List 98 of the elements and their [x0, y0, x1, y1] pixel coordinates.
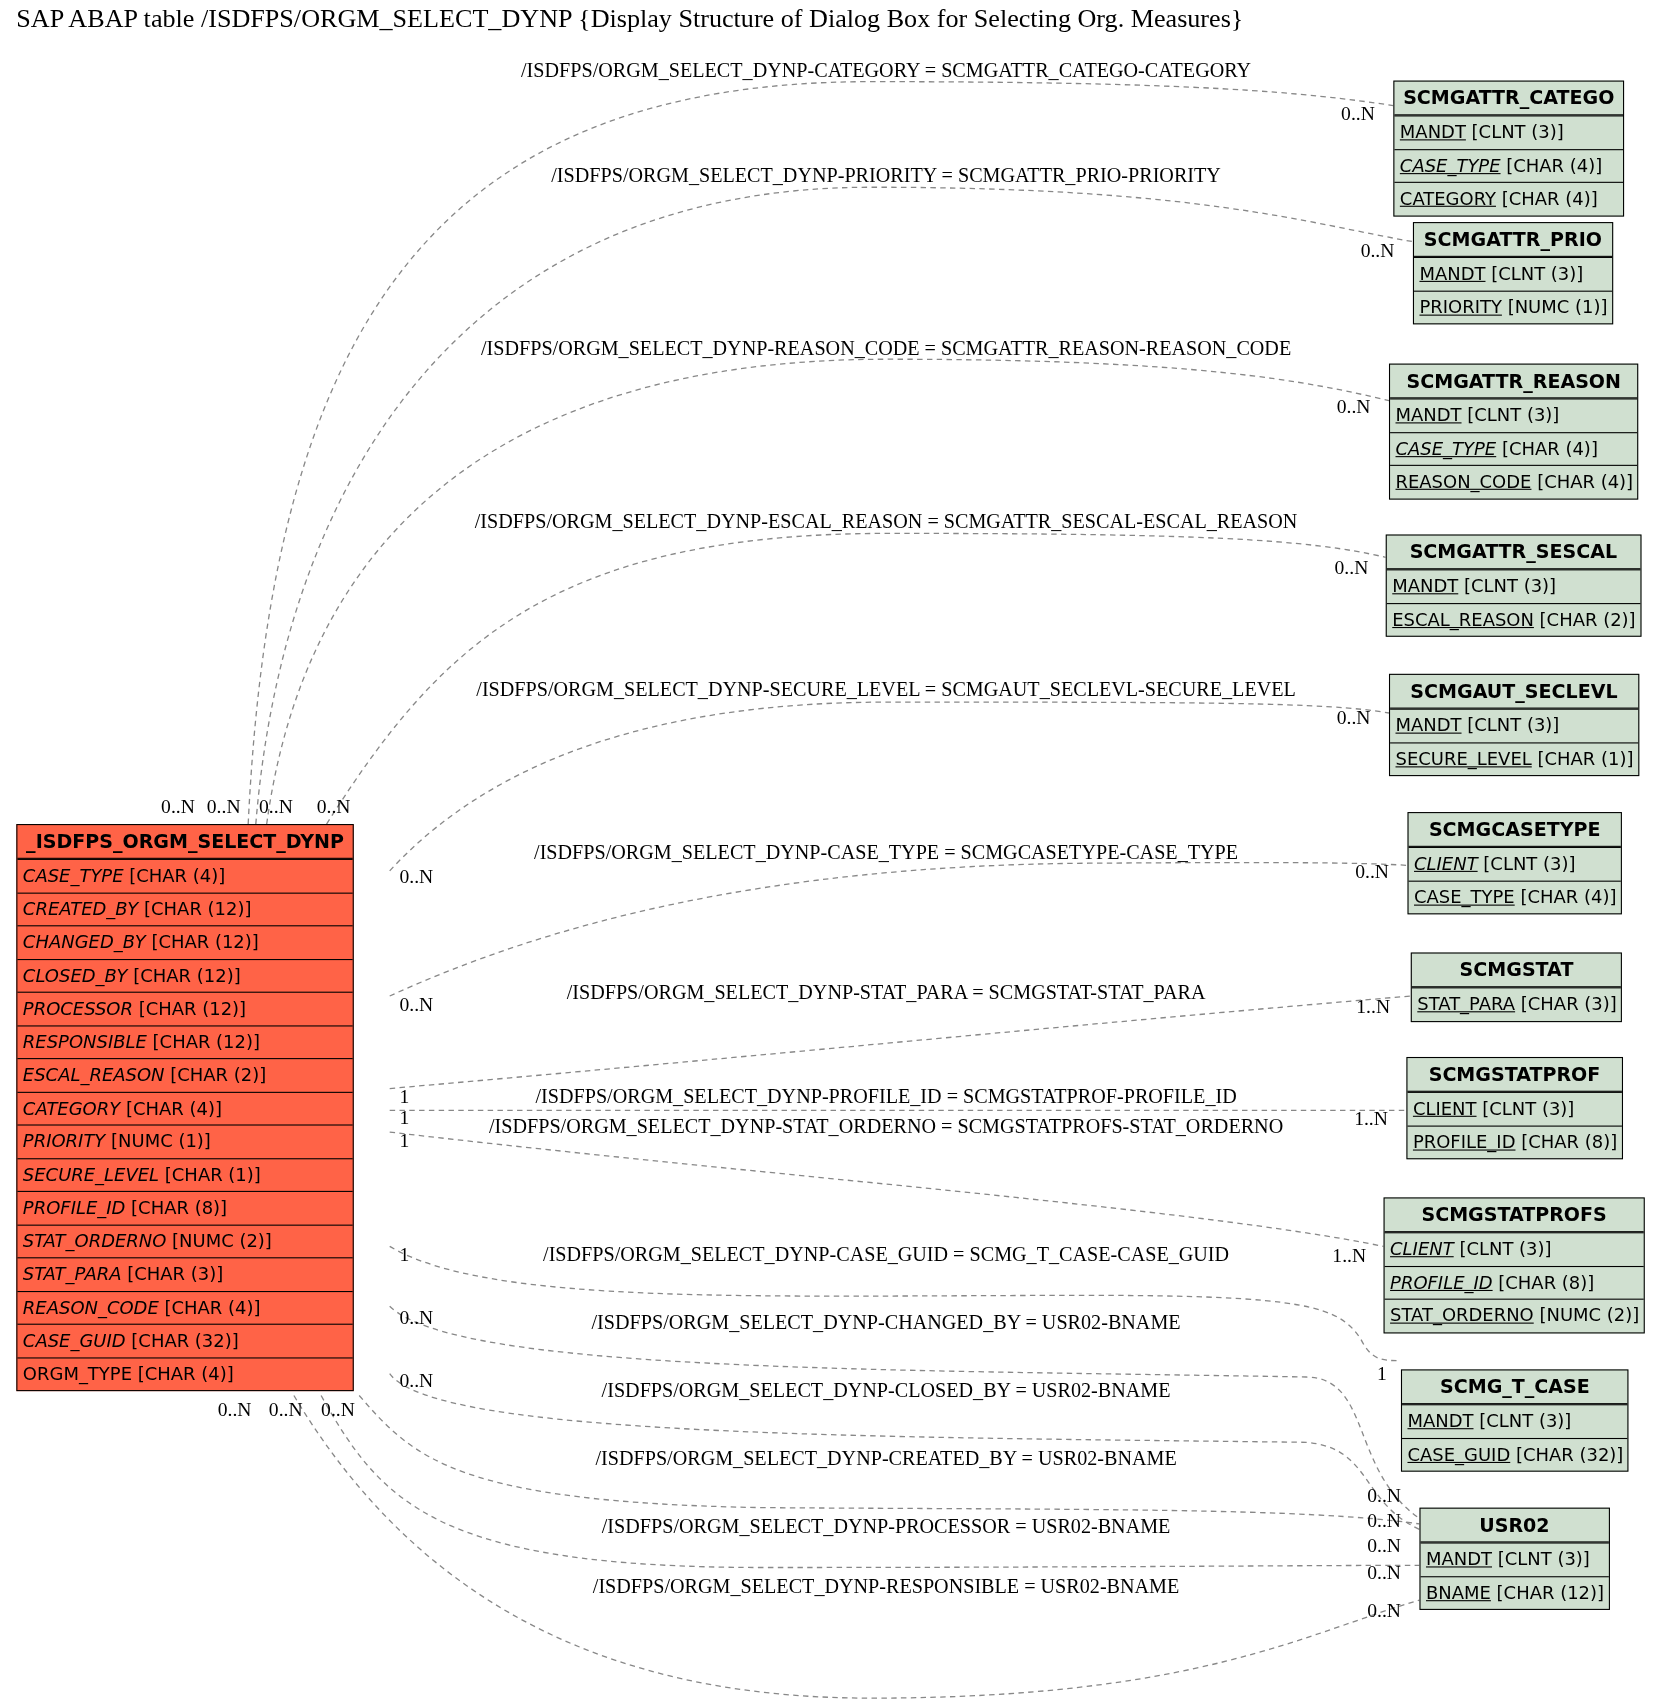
relation-label: /ISDFPS/ORGM_SELECT_DYNP-CHANGED_BY = USR02-BNAME — [591, 1311, 1181, 1334]
cardinality-label: 0..N — [1334, 556, 1369, 580]
table-field: PRIORITY [NUMC (1)] — [1414, 290, 1612, 324]
table-field: STAT_ORDERNO [NUMC (2)] — [17, 1224, 353, 1258]
table-name: SCMGSTAT — [1411, 953, 1622, 988]
relation-label: /ISDFPS/ORGM_SELECT_DYNP-REASON_CODE = SCMGATTR_REASON-REASON_CODE — [480, 338, 1292, 361]
cardinality-label: 0..N — [1367, 1561, 1401, 1585]
cardinality-label: 0..N — [399, 993, 434, 1017]
table-field: CASE_GUID [CHAR (32)] — [1402, 1437, 1628, 1471]
cardinality-label: 1 — [399, 1129, 410, 1153]
table-name: SCMGATTR_PRIO — [1414, 223, 1612, 257]
relation-label: /ISDFPS/ORGM_SELECT_DYNP-ESCAL_REASON = SCMGATTR_SESCAL-ESCAL_REASON — [474, 511, 1298, 534]
table-field: STAT_PARA [CHAR (3)] — [17, 1257, 353, 1291]
table-field: MANDT [CLNT (3)] — [1390, 708, 1638, 742]
table-name: SCMGATTR_SESCAL — [1386, 535, 1640, 570]
table-field: PROFILE_ID [CHAR (8)] — [1407, 1125, 1622, 1159]
relation-label: /ISDFPS/ORGM_SELECT_DYNP-RESPONSIBLE = USR02-BNAME — [592, 1575, 1180, 1599]
table-name: SCMGSTATPROF — [1407, 1058, 1622, 1092]
table-field: MANDT [CLNT (3)] — [1402, 1404, 1628, 1438]
cardinality-label: 1 — [399, 1106, 410, 1130]
cardinality-label: 0..N — [206, 795, 241, 819]
table-name: SCMGAUT_SECLEVL — [1390, 674, 1638, 709]
relation-label: /ISDFPS/ORGM_SELECT_DYNP-SECURE_LEVEL = SCMGAUT_SECLEVL-SECURE_LEVEL — [476, 678, 1296, 702]
relation-label: /ISDFPS/ORGM_SELECT_DYNP-PROCESSOR = USR02-BNAME — [601, 1515, 1171, 1539]
relation-label: /ISDFPS/ORGM_SELECT_DYNP-STAT_ORDERNO = SCMGSTATPROFS-STAT_ORDERNO — [488, 1115, 1284, 1139]
cardinality-label: 1 — [399, 1243, 410, 1267]
cardinality-label: 1 — [399, 1085, 410, 1109]
cardinality-label: 0..N — [316, 795, 351, 819]
cardinality-label: 0..N — [259, 795, 293, 819]
cardinality-label: 0..N — [1360, 240, 1395, 263]
table-field: CASE_GUID [CHAR (32)] — [17, 1323, 353, 1357]
table-field: ESCAL_REASON [CHAR (2)] — [17, 1058, 353, 1092]
cardinality-label: 0..N — [161, 795, 195, 819]
cardinality-label: 0..N — [1336, 707, 1371, 730]
table-name: SCMGSTATPROFS — [1384, 1198, 1644, 1233]
table-field: CLIENT [CLNT (3)] — [1408, 846, 1621, 881]
table-field: ESCAL_REASON [CHAR (2)] — [1386, 602, 1640, 636]
cardinality-label: 0..N — [1341, 102, 1375, 126]
cardinality-label: 0..N — [1355, 860, 1389, 884]
table-field: CASE_TYPE [CHAR (4)] — [1408, 880, 1621, 914]
cardinality-label: 0..N — [399, 1369, 434, 1393]
table-field: MANDT [CLNT (3)] — [1394, 115, 1624, 149]
table-name: SCMGCASETYPE — [1408, 813, 1621, 847]
table-field: CHANGED_BY [CHAR (12)] — [17, 925, 353, 959]
table-field: MANDT [CLNT (3)] — [1386, 569, 1640, 603]
table-field: REASON_CODE [CHAR (4)] — [1390, 464, 1638, 498]
table-field: MANDT [CLNT (3)] — [1390, 398, 1638, 432]
table-field: PROFILE_ID [CHAR (8)] — [1384, 1265, 1644, 1299]
table-field: STAT_ORDERNO [NUMC (2)] — [1384, 1298, 1644, 1332]
table-field: CLIENT [CLNT (3)] — [1384, 1232, 1644, 1266]
table-field: PRIORITY [NUMC (1)] — [17, 1124, 353, 1158]
cardinality-label: 0..N — [1367, 1484, 1401, 1508]
table-field: PROCESSOR [CHAR (12)] — [17, 991, 353, 1025]
diagram-title: SAP ABAP table /ISDFPS/ORGM_SELECT_DYNP {Display Structure of Dialog Box for Selecting Org. Measures} — [16, 4, 1244, 34]
cardinality-label: 0..N — [1367, 1509, 1401, 1533]
cardinality-label: 0..N — [399, 865, 434, 889]
table-field: MANDT [CLNT (3)] — [1414, 256, 1612, 291]
cardinality-label: 0..N — [321, 1398, 355, 1422]
cardinality-label: 1..N — [1356, 995, 1391, 1019]
table-field: SECURE_LEVEL [CHAR (1)] — [1390, 741, 1638, 776]
table-name: USR02 — [1420, 1508, 1609, 1543]
table-name: SCMGATTR_REASON — [1390, 364, 1638, 399]
table-field: SECURE_LEVEL [CHAR (1)] — [17, 1157, 353, 1191]
table-field: CLOSED_BY [CHAR (12)] — [17, 958, 353, 992]
cardinality-label: 0..N — [268, 1398, 303, 1422]
table-field: PROFILE_ID [CHAR (8)] — [17, 1190, 353, 1225]
table-field: CATEGORY [CHAR (4)] — [17, 1091, 353, 1125]
relation-label: /ISDFPS/ORGM_SELECT_DYNP-CASE_TYPE = SCMGCASETYPE-CASE_TYPE — [534, 842, 1239, 865]
table-field: CASE_TYPE [CHAR (4)] — [1394, 148, 1624, 182]
table-field: REASON_CODE [CHAR (4)] — [17, 1290, 353, 1324]
table-field: RESPONSIBLE [CHAR (12)] — [17, 1024, 353, 1059]
relation-label: /ISDFPS/ORGM_SELECT_DYNP-CASE_GUID = SCMG_T_CASE-CASE_GUID — [543, 1243, 1230, 1267]
cardinality-label: 0..N — [1336, 395, 1371, 419]
table-field: STAT_PARA [CHAR (3)] — [1411, 987, 1622, 1021]
table-field: CASE_TYPE [CHAR (4)] — [17, 858, 353, 893]
table-name: SCMGATTR_CATEGO — [1394, 81, 1624, 116]
table-field: ORGM_TYPE [CHAR (4)] — [17, 1356, 353, 1391]
cardinality-label: 1..N — [1332, 1244, 1367, 1268]
table-field: CREATED_BY [CHAR (12)] — [17, 892, 353, 926]
table-name: SCMG_T_CASE — [1402, 1370, 1628, 1405]
table-field: MANDT [CLNT (3)] — [1420, 1542, 1609, 1576]
relation-label: /ISDFPS/ORGM_SELECT_DYNP-STAT_PARA = SCMGSTAT-STAT_PARA — [566, 981, 1206, 1005]
relation-label: /ISDFPS/ORGM_SELECT_DYNP-CATEGORY = SCMGATTR_CATEGO-CATEGORY — [521, 59, 1252, 83]
cardinality-label: 1 — [1377, 1362, 1387, 1386]
table-field: CATEGORY [CHAR (4)] — [1394, 181, 1624, 215]
table-field: BNAME [CHAR (12)] — [1420, 1575, 1609, 1609]
cardinality-label: 0..N — [1367, 1599, 1401, 1623]
relation-label: /ISDFPS/ORGM_SELECT_DYNP-CLOSED_BY = USR02-BNAME — [601, 1379, 1171, 1403]
table-name: _ISDFPS_ORGM_SELECT_DYNP — [17, 825, 353, 859]
relation-label: /ISDFPS/ORGM_SELECT_DYNP-PRIORITY = SCMGATTR_PRIO-PRIORITY — [551, 164, 1221, 188]
cardinality-label: 1..N — [1354, 1107, 1388, 1131]
table-field: CLIENT [CLNT (3)] — [1407, 1091, 1622, 1125]
cardinality-label: 0..N — [399, 1306, 434, 1330]
cardinality-label: 0..N — [1367, 1534, 1401, 1558]
relation-label: /ISDFPS/ORGM_SELECT_DYNP-CREATED_BY = USR02-BNAME — [595, 1447, 1177, 1471]
cardinality-label: 0..N — [217, 1398, 252, 1422]
relation-label: /ISDFPS/ORGM_SELECT_DYNP-PROFILE_ID = SCMGSTATPROF-PROFILE_ID — [535, 1085, 1237, 1109]
table-field: CASE_TYPE [CHAR (4)] — [1390, 431, 1638, 465]
